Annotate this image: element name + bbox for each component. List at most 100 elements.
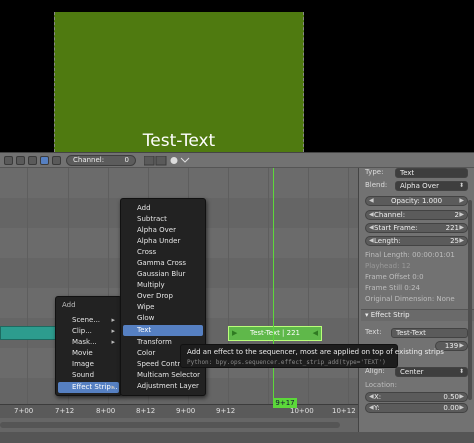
channel-field[interactable]: ◀ Channel: 2 ▶ [365,210,468,220]
horizontal-scrollbar[interactable] [0,418,358,432]
decrement-icon[interactable]: ◀ [369,404,374,412]
text-input[interactable]: Test-Text [391,328,468,338]
text-row: Text: Test-Text [365,328,468,338]
submenu-arrow-icon: ▸ [111,316,115,324]
size-value: 139 [444,342,459,350]
effect-item-subtract[interactable]: Subtract [123,214,203,225]
strip-handle-right-icon[interactable]: ◀ [313,327,318,340]
type-value: Text [400,169,415,177]
opacity-label: Opacity: [390,197,420,205]
opacity-field[interactable]: ◀ Opacity: 1.000 ▶ [365,196,468,206]
menu-item-clip[interactable]: Clip... ▸ [58,326,119,337]
length-label: Length: [374,237,401,245]
menu-item-label: Add [137,204,151,212]
final-length-text: Final Length: 00:00:01:01 [365,251,455,259]
length-value: 25 [450,237,459,245]
effect-item-multiply[interactable]: Multiply [123,280,203,291]
playhead[interactable] [273,168,274,432]
effect-item-wipe[interactable]: Wipe [123,302,203,313]
channel-row [0,168,358,198]
effect-item-glow[interactable]: Glow [123,313,203,324]
location-x-field[interactable]: ◀ X: 0.50 ▶ [365,392,468,402]
grid-line [27,168,28,432]
increment-icon[interactable]: ▶ [459,342,464,350]
decrement-icon[interactable]: ◀ [369,237,374,245]
original-dimension-text: Original Dimension: None [365,295,455,303]
blend-value: Alpha Over [400,182,439,190]
display-mode-icon[interactable] [28,156,37,165]
menu-item-label: Adjustment Layer [137,382,199,390]
effect-item-add[interactable]: Add [123,203,203,214]
length-row: ◀ Length: 25 ▶ [365,236,468,246]
menu-item-label: Color [137,349,156,357]
effect-item-adjustment-layer[interactable]: Adjustment Layer [123,381,203,392]
effect-item-gamma-cross[interactable]: Gamma Cross [123,258,203,269]
increment-icon[interactable]: ▶ [459,393,464,401]
grid-line [348,168,349,432]
increment-icon[interactable]: ▶ [459,197,464,205]
blend-dropdown[interactable]: Alpha Over ⬍ [395,181,468,191]
grease-pencil-icon[interactable] [155,156,167,166]
chevron-down-icon[interactable] [180,157,190,163]
editor-type-icon[interactable] [4,156,13,165]
effect-strip-section[interactable]: ▾ Effect Strip [361,309,474,321]
effect-item-alpha-under[interactable]: Alpha Under [123,236,203,247]
frame-offset-text: Frame Offset 0:0 [365,273,424,281]
text-strip[interactable]: ▶ Test-Text | 221 ◀ [228,326,322,341]
increment-icon[interactable]: ▶ [459,224,464,232]
ruler-tick: 7+12 [55,407,75,415]
effect-item-gaussian-blur[interactable]: Gaussian Blur [123,269,203,280]
decrement-icon[interactable]: ◀ [369,211,374,219]
menu-item-label: Multiply [137,281,165,289]
menu-item-effect-strip[interactable]: Effect Strip... ▸ [58,382,119,393]
scopes-icon[interactable] [144,156,155,166]
time-ruler[interactable]: 7+00 7+12 8+00 8+12 9+00 9+12 10+00 10+1… [0,404,358,418]
view-mode-icon[interactable] [16,156,25,165]
overlay-icon[interactable] [40,156,49,165]
increment-icon[interactable]: ▶ [459,404,464,412]
current-frame-badge: 9+17 [273,398,297,408]
text-value: Test-Text [396,329,426,337]
location-y-row: ◀ Y: 0.00 ▶ [365,403,468,413]
menu-item-label: Multicam Selector [137,371,201,379]
decrement-icon[interactable]: ◀ [369,197,374,205]
refresh-icon[interactable] [170,157,178,164]
menu-item-label: Text [137,326,152,334]
effect-item-text[interactable]: Text [123,325,203,336]
menu-item-label: Scene... [72,316,101,324]
scrollbar-thumb[interactable] [0,422,340,428]
menu-item-movie[interactable]: Movie [58,348,119,359]
align-dropdown[interactable]: Center ⬍ [395,367,468,377]
type-row: Type: Text [365,168,468,178]
ruler-tick: 9+00 [176,407,196,415]
menu-item-sound[interactable]: Sound [58,370,119,381]
length-field[interactable]: ◀ Length: 25 ▶ [365,236,468,246]
menu-item-mask[interactable]: Mask... ▸ [58,337,119,348]
increment-icon[interactable]: ▶ [459,237,464,245]
effect-item-alpha-over[interactable]: Alpha Over [123,225,203,236]
dropdown-icon: ⬍ [458,368,464,375]
effect-strip-title: Effect Strip [370,311,410,319]
align-label: Align: [365,367,385,375]
menu-item-scene[interactable]: Scene... ▸ [58,315,119,326]
ruler-tick: 8+00 [96,407,116,415]
effect-item-cross[interactable]: Cross [123,247,203,258]
decrement-icon[interactable]: ◀ [369,224,374,232]
decrement-icon[interactable]: ◀ [369,393,374,401]
location-y-field[interactable]: ◀ Y: 0.00 ▶ [365,403,468,413]
effect-item-multicam-selector[interactable]: Multicam Selector [123,370,203,381]
menu-item-label: Image [72,360,94,368]
channel-field[interactable]: Channel: 0 [66,155,136,166]
menu-item-image[interactable]: Image [58,359,119,370]
submenu-arrow-icon: ▸ [111,383,115,391]
increment-icon[interactable]: ▶ [459,211,464,219]
align-value: Center [400,368,424,376]
sequencer-preview: Test-Text [0,0,474,152]
properties-scrollbar[interactable] [468,200,472,400]
safe-margin-icon[interactable] [52,156,61,165]
effect-item-over-drop[interactable]: Over Drop [123,291,203,302]
start-frame-field[interactable]: ◀ Start Frame: 221 ▶ [365,223,468,233]
menu-item-label: Subtract [137,215,167,223]
channel-value: 2 [454,211,459,219]
strip-handle-left-icon[interactable]: ▶ [232,327,237,340]
